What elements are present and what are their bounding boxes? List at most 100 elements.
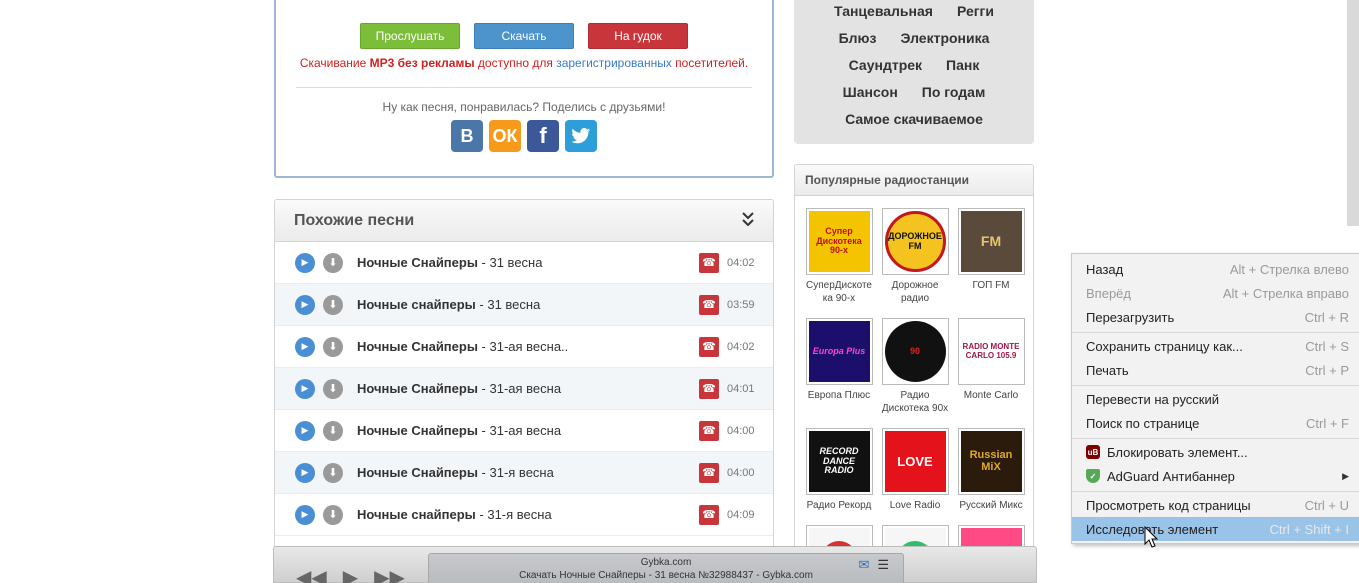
genre-link[interactable]: Регги: [957, 3, 994, 19]
scrollbar[interactable]: [1347, 0, 1359, 226]
song-title[interactable]: Ночные Снайперы - 31-ая весна: [357, 423, 699, 438]
play-icon[interactable]: ▶: [295, 462, 315, 483]
twitter-icon[interactable]: [565, 120, 597, 152]
station-name[interactable]: ГОП FM: [953, 279, 1029, 292]
genre-link[interactable]: Блюз: [839, 30, 877, 46]
ringtone-icon[interactable]: ☎: [699, 252, 719, 273]
menu-item-block-element[interactable]: uB Блокировать элемент...: [1072, 440, 1359, 464]
station-logo[interactable]: FM: [957, 208, 1025, 275]
previous-icon[interactable]: ◀◀: [296, 565, 327, 583]
download-icon[interactable]: ⬇: [323, 294, 343, 315]
play-icon[interactable]: ▶: [343, 565, 358, 583]
station-name[interactable]: СуперДискоте ка 90-х: [801, 279, 877, 305]
song-title[interactable]: Ночные Снайперы - 31-ая весна: [357, 381, 699, 396]
station-logo[interactable]: RECORD DANCE RADIO: [805, 428, 873, 495]
song-row[interactable]: ▶ ⬇ Ночные снайперы - 31-я весна ☎ 04:09: [275, 494, 773, 536]
genre-link[interactable]: Шансон: [843, 84, 898, 100]
song-title[interactable]: Ночные Снайперы - 31-я весна: [357, 465, 699, 480]
menu-item-view-source[interactable]: Просмотреть код страницы Ctrl + U: [1072, 493, 1359, 517]
mail-icon[interactable]: ✉: [858, 558, 869, 571]
station-logo[interactable]: 90: [881, 318, 949, 385]
facebook-icon[interactable]: f: [527, 120, 559, 152]
song-title[interactable]: Ночные снайперы - 31 весна: [357, 297, 699, 312]
ringtone-icon[interactable]: ☎: [699, 504, 719, 525]
play-icon[interactable]: ▶: [295, 294, 315, 315]
radio-station[interactable]: RECORD DANCE RADIO Радио Рекорд: [801, 428, 877, 512]
station-name[interactable]: Радио Дискотека 90х: [877, 389, 953, 415]
menu-item-forward[interactable]: Вперёд Alt + Стрелка вправо: [1072, 281, 1359, 305]
vk-icon[interactable]: B: [451, 120, 483, 152]
radio-station[interactable]: LOVE Love Radio: [877, 428, 953, 512]
next-icon[interactable]: ▶▶: [374, 565, 405, 583]
menu-item-find[interactable]: Поиск по странице Ctrl + F: [1072, 411, 1359, 435]
menu-item-reload[interactable]: Перезагрузить Ctrl + R: [1072, 305, 1359, 329]
menu-item-translate[interactable]: Перевести на русский: [1072, 387, 1359, 411]
station-name[interactable]: Monte Carlo: [953, 389, 1029, 402]
song-title[interactable]: Ночные снайперы - 31-я весна: [357, 507, 699, 522]
genre-link[interactable]: Панк: [946, 57, 979, 73]
adguard-shield-icon: ✓: [1086, 469, 1100, 483]
station-name[interactable]: Европа Плюс: [801, 389, 877, 402]
download-icon[interactable]: ⬇: [323, 336, 343, 357]
ringtone-icon[interactable]: ☎: [699, 294, 719, 315]
radio-station[interactable]: Russian MiX Русский Микс: [953, 428, 1029, 512]
radio-station[interactable]: Супер Дискотека 90-х СуперДискоте ка 90-…: [801, 208, 877, 305]
menu-item-back[interactable]: Назад Alt + Стрелка влево: [1072, 257, 1359, 281]
menu-item-save-page[interactable]: Сохранить страницу как... Ctrl + S: [1072, 334, 1359, 358]
menu-item-adguard[interactable]: ✓ AdGuard Антибаннер ▶: [1072, 464, 1359, 488]
station-name[interactable]: Радио Рекорд: [801, 499, 877, 512]
download-icon[interactable]: ⬇: [323, 252, 343, 273]
song-title[interactable]: Ночные Снайперы - 31 весна: [357, 255, 699, 270]
menu-item-inspect[interactable]: Исследовать элемент Ctrl + Shift + I: [1072, 517, 1359, 541]
download-icon[interactable]: ⬇: [323, 462, 343, 483]
play-icon[interactable]: ▶: [295, 252, 315, 273]
download-button[interactable]: Скачать: [474, 23, 574, 49]
song-row[interactable]: ▶ ⬇ Ночные Снайперы - 31-ая весна ☎ 04:0…: [275, 368, 773, 410]
menu-item-print[interactable]: Печать Ctrl + P: [1072, 358, 1359, 382]
song-row[interactable]: ▶ ⬇ Ночные Снайперы - 31-ая весна ☎ 04:0…: [275, 410, 773, 452]
registered-link[interactable]: зарегистрированных: [556, 56, 672, 70]
song-row[interactable]: ▶ ⬇ Ночные Снайперы - 31 весна ☎ 04:02: [275, 242, 773, 284]
radio-station[interactable]: RADIO MONTE CARLO 105.9 Monte Carlo: [953, 318, 1029, 402]
song-duration: 04:02: [727, 340, 755, 353]
listen-button[interactable]: Прослушать: [360, 23, 460, 49]
station-name[interactable]: Дорожное радио: [877, 279, 953, 305]
station-name[interactable]: Русский Микс: [953, 499, 1029, 512]
station-logo[interactable]: LOVE: [881, 428, 949, 495]
genre-link[interactable]: Самое скачиваемое: [845, 111, 983, 127]
play-icon[interactable]: ▶: [295, 378, 315, 399]
play-icon[interactable]: ▶: [295, 420, 315, 441]
odnoklassniki-icon[interactable]: ОК: [489, 120, 521, 152]
playlist-icon[interactable]: ☰: [877, 558, 889, 571]
song-row[interactable]: ▶ ⬇ Ночные снайперы - 31 весна ☎ 03:59: [275, 284, 773, 326]
station-logo[interactable]: ДОРОЖНОЕ FM: [881, 208, 949, 275]
genre-link[interactable]: По годам: [922, 84, 986, 100]
ringtone-icon[interactable]: ☎: [699, 420, 719, 441]
genre-row: Саундтрек Панк: [794, 57, 1034, 73]
station-name[interactable]: Love Radio: [877, 499, 953, 512]
collapse-icon[interactable]: [742, 212, 754, 229]
station-logo[interactable]: Europa Plus: [805, 318, 873, 385]
song-title[interactable]: Ночные Снайперы - 31-ая весна..: [357, 339, 699, 354]
radio-station[interactable]: 90 Радио Дискотека 90х: [877, 318, 953, 415]
download-icon[interactable]: ⬇: [323, 378, 343, 399]
ringtone-icon[interactable]: ☎: [699, 378, 719, 399]
station-logo[interactable]: Супер Дискотека 90-х: [805, 208, 873, 275]
play-icon[interactable]: ▶: [295, 336, 315, 357]
song-row[interactable]: ▶ ⬇ Ночные Снайперы - 31-ая весна.. ☎ 04…: [275, 326, 773, 368]
radio-station[interactable]: FM ГОП FM: [953, 208, 1029, 292]
radio-station[interactable]: Europa Plus Европа Плюс: [801, 318, 877, 402]
download-icon[interactable]: ⬇: [323, 504, 343, 525]
genre-link[interactable]: Электроника: [900, 30, 989, 46]
genre-link[interactable]: Танцевальная: [834, 3, 933, 19]
play-icon[interactable]: ▶: [295, 504, 315, 525]
station-logo[interactable]: RADIO MONTE CARLO 105.9: [957, 318, 1025, 385]
station-logo[interactable]: Russian MiX: [957, 428, 1025, 495]
radio-station[interactable]: ДОРОЖНОЕ FM Дорожное радио: [877, 208, 953, 305]
song-row[interactable]: ▶ ⬇ Ночные Снайперы - 31-я весна ☎ 04:00: [275, 452, 773, 494]
ringtone-button[interactable]: На гудок: [588, 23, 688, 49]
download-icon[interactable]: ⬇: [323, 420, 343, 441]
ringtone-icon[interactable]: ☎: [699, 462, 719, 483]
ringtone-icon[interactable]: ☎: [699, 336, 719, 357]
genre-link[interactable]: Саундтрек: [849, 57, 922, 73]
